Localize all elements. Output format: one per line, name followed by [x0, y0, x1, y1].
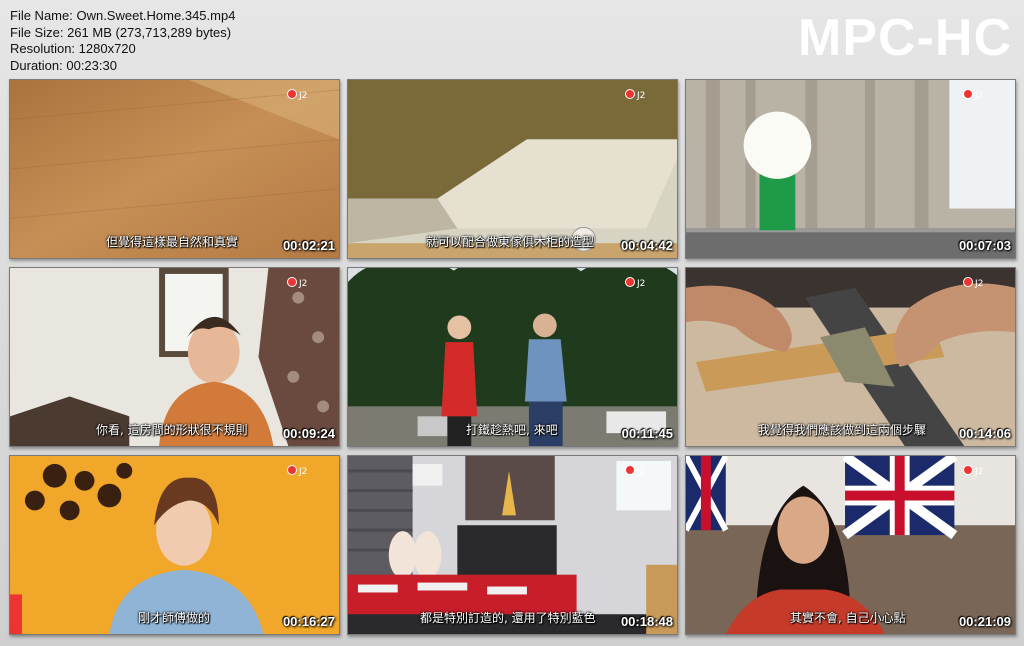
file-name: File Name: Own.Sweet.Home.345.mp4	[10, 8, 236, 23]
channel-logo-icon: J2	[963, 89, 983, 100]
file-info: File Name: Own.Sweet.Home.345.mp4 File S…	[10, 8, 235, 74]
file-size: File Size: 261 MB (273,713,289 bytes)	[10, 24, 232, 40]
subtitle-text: 打鐵趁熱吧, 來吧	[466, 423, 558, 437]
subtitle-text: 我覺得我們應該做到這兩個步驟	[758, 423, 927, 437]
timestamp: 00:11:45	[621, 426, 673, 441]
svg-text:J2: J2	[636, 467, 645, 476]
thumbnail-6[interactable]: J2 我覺得我們應該做到這兩個步驟 00:14:06	[685, 267, 1016, 447]
svg-text:J2: J2	[636, 279, 645, 288]
subtitle-text: 剛才師傅做的	[138, 611, 211, 625]
svg-text:J2: J2	[974, 91, 983, 100]
subtitle-text: 其實不會, 自己小心點	[790, 611, 906, 625]
frame-image	[348, 268, 677, 446]
subtitle-text: 都是特別訂造的, 還用了特別藍色	[420, 611, 596, 625]
thumbnail-7[interactable]: J2 剛才師傅做的 00:16:27	[9, 455, 340, 635]
frame-image	[686, 456, 1015, 634]
subtitle-text: 但覺得這樣最自然和真實	[106, 235, 239, 249]
file-duration: Duration: 00:23:30	[10, 57, 117, 73]
svg-text:J2: J2	[298, 279, 307, 288]
svg-text:J2: J2	[974, 467, 983, 476]
thumbnail-9[interactable]: J2 其實不會, 自己小心點 00:21:09	[685, 455, 1016, 635]
svg-text:J2: J2	[636, 91, 645, 100]
thumbnail-1[interactable]: J2 但覺得這樣最自然和真實 00:02:21	[9, 79, 340, 259]
channel-logo-icon: J2	[963, 277, 983, 288]
subtitle-text: 就可以配合做東傢俱木柜的造型	[426, 235, 595, 249]
mpc-hc-logo: MPC-HC	[798, 9, 1012, 67]
channel-logo-icon: J2	[287, 465, 307, 476]
timestamp: 00:02:21	[282, 238, 335, 253]
frame-image	[686, 80, 1015, 258]
channel-logo-icon: J2	[963, 465, 983, 476]
channel-logo-icon: J2	[287, 277, 307, 288]
frame-image	[10, 456, 339, 634]
thumbnail-4[interactable]: J2 你看, 這房間的形狀很不規則 00:09:24	[9, 267, 340, 447]
channel-logo-icon: J2	[625, 89, 645, 100]
thumbnail-3[interactable]: J2 00:07:03	[685, 79, 1016, 259]
timestamp: 00:18:48	[620, 614, 673, 629]
svg-text:J2: J2	[298, 467, 307, 476]
thumbnail-5[interactable]: J2 打鐵趁熱吧, 來吧 00:11:45	[347, 267, 678, 447]
channel-logo-icon: J2	[625, 465, 645, 476]
svg-text:J2: J2	[298, 91, 307, 100]
timestamp: 00:16:27	[282, 614, 335, 629]
channel-logo-icon: J2	[287, 89, 307, 100]
frame-image	[686, 268, 1015, 446]
frame-image	[10, 268, 339, 446]
timestamp: 00:14:06	[958, 426, 1011, 441]
thumbnail-grid: J2 但覺得這樣最自然和真實 00:02:21 J2 就可以配合做東傢俱木柜的造…	[9, 79, 1016, 635]
frame-image	[348, 80, 677, 258]
timestamp: 00:07:03	[958, 238, 1011, 253]
timestamp: 00:21:09	[958, 614, 1011, 629]
timestamp: 00:09:24	[282, 426, 335, 441]
frame-image	[10, 80, 339, 258]
file-resolution: Resolution: 1280x720	[10, 41, 136, 56]
subtitle-text: 你看, 這房間的形狀很不規則	[96, 423, 248, 437]
thumbnail-2[interactable]: J2 就可以配合做東傢俱木柜的造型 00:04:42	[347, 79, 678, 259]
channel-logo-icon: J2	[625, 277, 645, 288]
frame-image	[348, 456, 677, 634]
thumbnail-8[interactable]: J2 都是特別訂造的, 還用了特別藍色 00:18:48	[347, 455, 678, 635]
svg-text:J2: J2	[974, 279, 983, 288]
timestamp: 00:04:42	[620, 238, 673, 253]
